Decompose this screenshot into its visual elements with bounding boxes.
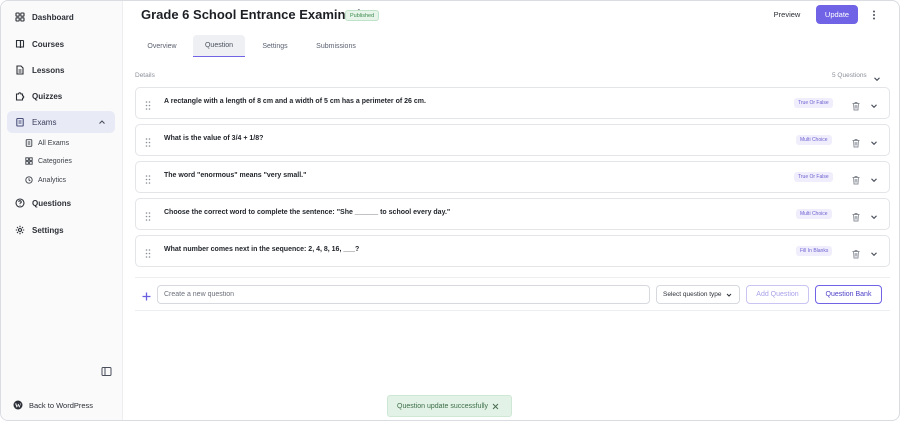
drag-handle-icon[interactable]: [144, 172, 152, 184]
tab-question[interactable]: Question: [193, 35, 245, 57]
tab-overview[interactable]: Overview: [139, 35, 185, 57]
sub-item-label: Categories: [38, 157, 72, 165]
sidebar: Dashboard Courses Lessons Quizzes Exams: [1, 1, 123, 420]
sidebar-item-dashboard[interactable]: Dashboard: [7, 6, 115, 28]
question-type-badge: True Or False: [794, 172, 833, 182]
clipboard-icon: [15, 117, 25, 127]
wordpress-icon: W: [13, 400, 23, 410]
page-title: Grade 6 School Entrance Examination: [141, 7, 377, 22]
sidebar-item-settings[interactable]: Settings: [7, 219, 115, 241]
question-type-select-label: Select question type: [663, 291, 722, 298]
sidebar-item-quizzes[interactable]: Quizzes: [7, 85, 115, 107]
drag-handle-icon[interactable]: [144, 98, 152, 110]
grid-icon: [25, 157, 33, 165]
sidebar-subitem-all-exams[interactable]: All Exams: [25, 136, 69, 150]
puzzle-icon: [15, 91, 25, 101]
question-text: What number comes next in the sequence: …: [164, 246, 360, 253]
close-icon[interactable]: [491, 402, 500, 411]
sidebar-item-label: Settings: [32, 225, 64, 235]
chevron-down-icon[interactable]: [869, 98, 879, 109]
drag-handle-icon[interactable]: [144, 135, 152, 147]
tab-settings[interactable]: Settings: [253, 35, 297, 57]
question-text: The word "enormous" means "very small.": [164, 172, 307, 179]
chevron-down-icon: [725, 291, 733, 299]
app-window: Dashboard Courses Lessons Quizzes Exams: [0, 0, 900, 421]
sidebar-item-label: Lessons: [32, 65, 65, 75]
sidebar-item-courses[interactable]: Courses: [7, 33, 115, 55]
chevron-down-icon[interactable]: [869, 246, 879, 257]
toast-message: Question update successfully: [397, 402, 489, 410]
question-row[interactable]: What is the value of 3/4 + 1/8? Multi Ch…: [135, 124, 890, 156]
chevron-down-icon[interactable]: [872, 71, 882, 82]
sidebar-item-exams[interactable]: Exams: [7, 111, 115, 133]
question-circle-icon: [15, 198, 25, 208]
svg-text:W: W: [15, 402, 22, 409]
question-row[interactable]: Choose the correct word to complete the …: [135, 198, 890, 230]
tab-submissions[interactable]: Submissions: [307, 35, 365, 57]
sidebar-subitem-analytics[interactable]: Analytics: [25, 173, 66, 187]
sub-item-label: Analytics: [38, 176, 67, 184]
toast-notification: Question update successfully: [387, 395, 512, 417]
trash-icon[interactable]: [851, 246, 861, 259]
question-type-badge: Fill In Blanks: [796, 246, 833, 256]
question-bank-button[interactable]: Question Bank: [815, 285, 882, 304]
question-type-badge: Multi Choice: [796, 135, 832, 145]
question-text: What is the value of 3/4 + 1/8?: [164, 135, 264, 142]
sidebar-item-questions[interactable]: Questions: [7, 192, 115, 214]
question-row[interactable]: The word "enormous" means "very small." …: [135, 161, 890, 193]
add-question-button[interactable]: Add Question: [746, 285, 809, 304]
sidebar-subitem-categories[interactable]: Categories: [25, 154, 72, 168]
question-type-select[interactable]: Select question type: [656, 285, 740, 304]
status-badge: Published: [345, 10, 380, 21]
trash-icon[interactable]: [851, 209, 861, 222]
sidebar-item-label: Dashboard: [32, 12, 74, 22]
trash-icon[interactable]: [851, 98, 861, 111]
question-text: A rectangle with a length of 8 cm and a …: [164, 98, 426, 105]
sidebar-item-lessons[interactable]: Lessons: [7, 59, 115, 81]
document-icon: [15, 65, 25, 75]
chevron-up-icon: [97, 117, 107, 127]
drag-handle-icon[interactable]: [144, 246, 152, 258]
question-count: 5 Questions: [832, 72, 867, 79]
grid-icon: [15, 12, 25, 22]
new-question-input[interactable]: [157, 285, 650, 304]
sidebar-toggle-icon[interactable]: [101, 364, 112, 376]
drag-handle-icon[interactable]: [144, 209, 152, 221]
sidebar-item-label: Exams: [32, 117, 57, 127]
chevron-down-icon[interactable]: [869, 209, 879, 220]
update-button[interactable]: Update: [816, 5, 858, 24]
preview-button[interactable]: Preview: [765, 6, 809, 23]
details-label: Details: [135, 72, 155, 79]
trash-icon[interactable]: [851, 135, 861, 148]
plus-icon[interactable]: [141, 289, 152, 301]
sub-item-label: All Exams: [38, 139, 70, 147]
document-icon: [25, 139, 33, 147]
question-row[interactable]: A rectangle with a length of 8 cm and a …: [135, 87, 890, 119]
question-type-badge: Multi Choice: [796, 209, 832, 219]
back-to-wordpress-link[interactable]: W Back to WordPress: [13, 400, 93, 410]
chevron-down-icon[interactable]: [869, 172, 879, 183]
gear-icon: [15, 225, 25, 235]
trash-icon[interactable]: [851, 172, 861, 185]
question-type-badge: True Or False: [794, 98, 833, 108]
question-row[interactable]: What number comes next in the sequence: …: [135, 235, 890, 267]
question-text: Choose the correct word to complete the …: [164, 209, 451, 216]
back-to-wordpress-label: Back to WordPress: [29, 400, 94, 410]
sidebar-item-label: Quizzes: [32, 91, 63, 101]
more-options-icon[interactable]: [868, 8, 880, 22]
sidebar-item-label: Questions: [32, 198, 72, 208]
create-question-row: Select question type Add Question Questi…: [135, 277, 890, 311]
chevron-down-icon[interactable]: [869, 135, 879, 146]
clock-icon: [25, 176, 33, 184]
sidebar-item-label: Courses: [32, 39, 65, 49]
book-icon: [15, 39, 25, 49]
